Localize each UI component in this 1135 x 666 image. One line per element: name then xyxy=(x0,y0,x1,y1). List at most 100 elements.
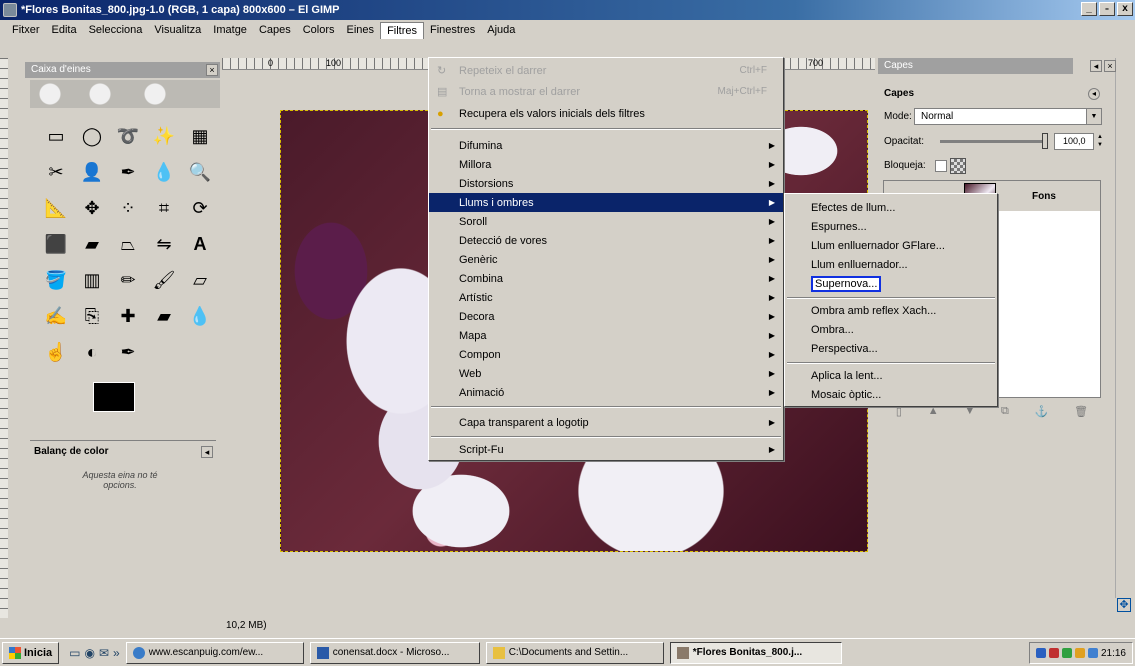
layers-dock-menu-icon[interactable]: ◂ xyxy=(1090,60,1102,72)
fuzzy-select-tool-icon[interactable]: ✨ xyxy=(148,120,180,152)
toolbox-dock-close-icon[interactable]: × xyxy=(206,64,218,76)
tool-options-menu-icon[interactable]: ◂ xyxy=(201,446,213,458)
start-button[interactable]: Inicia xyxy=(2,641,60,664)
zoom-tool-icon[interactable]: 🔍 xyxy=(184,156,216,188)
minimize-button[interactable]: _ xyxy=(1081,2,1097,16)
menu-item-soroll[interactable]: Soroll ▶ xyxy=(429,212,783,231)
menu-item-generic[interactable]: Genèric ▶ xyxy=(429,250,783,269)
color-picker-tool-icon[interactable]: 💧 xyxy=(148,156,180,188)
menu-filtres[interactable]: Filtres xyxy=(380,21,425,39)
tray-volume-icon[interactable] xyxy=(1087,648,1098,658)
restore-button[interactable]: ̵ xyxy=(1099,2,1115,16)
submenu-item-xach-effect[interactable]: Ombra amb reflex Xach... xyxy=(785,301,997,320)
tray-alert-icon[interactable] xyxy=(1074,648,1085,658)
menu-item-animacio[interactable]: Animació ▶ xyxy=(429,383,783,402)
menu-ajuda[interactable]: Ajuda xyxy=(481,22,521,38)
blend-tool-icon[interactable]: ▥ xyxy=(76,264,108,296)
submenu-item-lens-flare[interactable]: Llum enlluernador... xyxy=(785,255,997,274)
tray-update-icon[interactable] xyxy=(1061,648,1072,658)
align-tool-icon[interactable]: ⁘ xyxy=(112,192,144,224)
menu-item-mapa[interactable]: Mapa ▶ xyxy=(429,326,783,345)
perspective-clone-tool-icon[interactable]: ▰ xyxy=(148,300,180,332)
menu-item-web[interactable]: Web ▶ xyxy=(429,364,783,383)
airbrush-tool-icon[interactable]: ✍ xyxy=(40,300,72,332)
task-explorer[interactable]: C:\Documents and Settin... xyxy=(485,641,664,664)
task-browser[interactable]: www.escanpuig.com/ew... xyxy=(125,641,304,664)
submenu-item-apply-lens[interactable]: Aplica la lent... xyxy=(785,366,997,385)
menu-item-reset-all[interactable]: ● Recupera els valors inicials dels filt… xyxy=(429,104,783,123)
move-tool-icon[interactable]: ✥ xyxy=(76,192,108,224)
toolbox-tab[interactable]: Caixa d'eines xyxy=(25,62,220,78)
menu-item-deteccio-vores[interactable]: Detecció de vores ▶ xyxy=(429,231,783,250)
opacity-slider-handle[interactable] xyxy=(1042,133,1048,149)
flip-tool-icon[interactable]: ⇋ xyxy=(148,228,180,260)
vertical-scrollbar[interactable] xyxy=(1115,58,1127,598)
menu-item-millora[interactable]: Millora ▶ xyxy=(429,155,783,174)
menu-item-llums-i-ombres[interactable]: Llums i ombres ▶ xyxy=(429,193,783,212)
text-tool-icon[interactable]: A xyxy=(184,228,216,260)
menu-capes[interactable]: Capes xyxy=(253,22,297,38)
scale-tool-icon[interactable]: ⬛ xyxy=(40,228,72,260)
menu-item-distorsions[interactable]: Distorsions ▶ xyxy=(429,174,783,193)
anchor-layer-icon[interactable]: ⚓ xyxy=(1035,405,1049,418)
menu-selecciona[interactable]: Selecciona xyxy=(83,22,149,38)
dodge-burn-tool-icon[interactable]: ◐ xyxy=(76,336,108,368)
ellipse-select-tool-icon[interactable]: ◯ xyxy=(76,120,108,152)
menu-finestres[interactable]: Finestres xyxy=(424,22,481,38)
desktop-icon[interactable]: ▭ xyxy=(69,646,80,660)
opacity-input[interactable]: 100,0 xyxy=(1054,133,1094,150)
layers-dock-close-icon[interactable]: × xyxy=(1104,60,1116,72)
measure-tool-icon[interactable]: 📐 xyxy=(40,192,72,224)
clone-tool-icon[interactable]: ⎘ xyxy=(76,300,108,332)
layers-config-icon[interactable]: ◂ xyxy=(1088,88,1100,100)
opacity-spinner[interactable]: ▲ ▼ xyxy=(1096,133,1104,150)
convolve-tool-icon[interactable]: 💧 xyxy=(184,300,216,332)
foreground-color[interactable] xyxy=(93,382,135,412)
mode-select[interactable]: Normal ▼ xyxy=(914,108,1102,125)
bucket-fill-tool-icon[interactable]: 🪣 xyxy=(40,264,72,296)
ink-tool-icon[interactable]: ✒ xyxy=(112,336,144,368)
menu-item-decora[interactable]: Decora ▶ xyxy=(429,307,783,326)
tray-network-icon[interactable] xyxy=(1035,648,1046,658)
menu-item-artistic[interactable]: Artístic ▶ xyxy=(429,288,783,307)
submenu-item-gflare[interactable]: Llum enlluernador GFlare... xyxy=(785,236,997,255)
menu-edita[interactable]: Edita xyxy=(46,22,83,38)
menu-imatge[interactable]: Imatge xyxy=(207,22,253,38)
lock-alpha-checkbox[interactable] xyxy=(935,160,947,172)
paintbrush-tool-icon[interactable]: 🖌 xyxy=(148,264,180,296)
tray-security-icon[interactable] xyxy=(1048,648,1059,658)
more-chevron-icon[interactable]: » xyxy=(113,646,120,660)
menu-item-repeat-last[interactable]: ↻ Repeteix el darrer Ctrl+F xyxy=(429,61,783,80)
scissors-tool-icon[interactable]: ✂ xyxy=(40,156,72,188)
menu-item-alpha-to-logo[interactable]: Capa transparent a logotip ▶ xyxy=(429,413,783,432)
rotate-tool-icon[interactable]: ⟳ xyxy=(184,192,216,224)
submenu-item-drop-shadow[interactable]: Ombra... xyxy=(785,320,997,339)
smudge-tool-icon[interactable]: ☝ xyxy=(40,336,72,368)
rect-select-tool-icon[interactable]: ▭ xyxy=(40,120,72,152)
menu-item-difumina[interactable]: Difumina ▶ xyxy=(429,136,783,155)
menu-item-compon[interactable]: Compon ▶ xyxy=(429,345,783,364)
submenu-item-sparkle[interactable]: Espurnes... xyxy=(785,217,997,236)
window-title-bar[interactable]: *Flores Bonitas_800.jpg-1.0 (RGB, 1 capa… xyxy=(0,0,1135,20)
menu-visualitza[interactable]: Visualitza xyxy=(148,22,207,38)
browser-icon[interactable]: ◉ xyxy=(84,646,94,660)
duplicate-layer-icon[interactable]: ⧉ xyxy=(1001,405,1009,418)
color-select-tool-icon[interactable]: ▦ xyxy=(184,120,216,152)
menu-colors[interactable]: Colors xyxy=(297,22,341,38)
submenu-item-supernova[interactable]: Supernova... xyxy=(785,274,997,293)
submenu-item-glass-tile[interactable]: Mosaic òptic... xyxy=(785,385,997,404)
submenu-item-perspective[interactable]: Perspectiva... xyxy=(785,339,997,358)
heal-tool-icon[interactable]: ✚ xyxy=(112,300,144,332)
menu-eines[interactable]: Eines xyxy=(341,22,381,38)
paths-tool-icon[interactable]: ✒ xyxy=(112,156,144,188)
navigate-icon[interactable]: ✥ xyxy=(1117,598,1131,612)
eraser-tool-icon[interactable]: ▱ xyxy=(184,264,216,296)
layers-tab[interactable]: Capes xyxy=(878,58,1073,74)
shear-tool-icon[interactable]: ▰ xyxy=(76,228,108,260)
task-gimp[interactable]: *Flores Bonitas_800.j... xyxy=(669,641,842,664)
fg-bg-color-swatches[interactable] xyxy=(93,382,163,432)
foreground-select-tool-icon[interactable]: 👤 xyxy=(76,156,108,188)
menu-item-reshow-last[interactable]: ▤ Torna a mostrar el darrer Maj+Ctrl+F xyxy=(429,82,783,101)
task-word[interactable]: conensat.docx - Microso... xyxy=(309,641,480,664)
crop-tool-icon[interactable]: ⌗ xyxy=(148,192,180,224)
